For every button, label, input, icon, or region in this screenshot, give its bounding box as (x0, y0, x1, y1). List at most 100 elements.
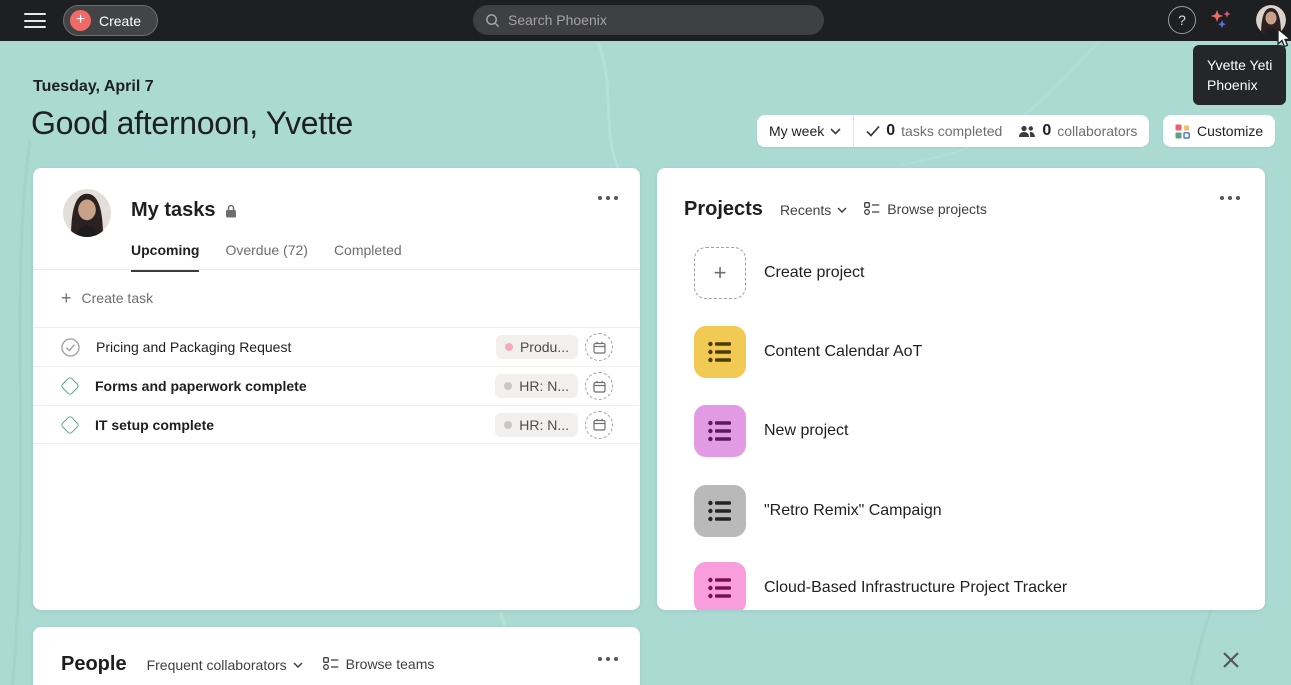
task-name[interactable]: Forms and paperwork complete (95, 378, 307, 394)
milestone-diamond-icon[interactable] (60, 415, 80, 435)
task-row[interactable]: IT setup complete HR: N... (33, 405, 640, 444)
tag-color-dot (504, 421, 512, 429)
top-bar: + Create Search Phoenix ? (0, 0, 1291, 41)
tag-label: HR: N... (519, 378, 569, 394)
browse-projects-button[interactable]: Browse projects (864, 201, 987, 217)
customize-button[interactable]: Customize (1163, 115, 1275, 147)
project-list-icon (694, 326, 746, 378)
mouse-cursor (1276, 28, 1291, 50)
collaborators-icon (1018, 125, 1036, 138)
tag-color-dot (505, 343, 513, 351)
plus-icon: + (61, 288, 72, 309)
project-name: Cloud-Based Infrastructure Project Track… (764, 579, 1067, 597)
week-selector-dropdown[interactable]: My week (757, 115, 853, 147)
task-row[interactable]: Pricing and Packaging Request Produ... (33, 327, 640, 366)
browse-teams-label: Browse teams (346, 656, 435, 672)
project-list-icon (694, 562, 746, 610)
my-tasks-title: My tasks (131, 199, 216, 222)
project-name: "Retro Remix" Campaign (764, 502, 942, 520)
search-placeholder: Search Phoenix (508, 12, 607, 28)
tasks-completed-count: 0 (886, 122, 895, 140)
project-list-item[interactable]: "Retro Remix" Campaign (694, 485, 942, 537)
task-row[interactable]: Forms and paperwork complete HR: N... (33, 366, 640, 405)
profile-tooltip: Yvette Yeti Phoenix (1193, 45, 1286, 105)
close-icon[interactable] (1220, 649, 1242, 671)
tab-completed[interactable]: Completed (334, 242, 402, 272)
chevron-down-icon (837, 207, 847, 213)
customize-grid-icon (1175, 124, 1190, 139)
project-name: Content Calendar AoT (764, 343, 922, 361)
calendar-icon (593, 341, 606, 354)
people-title: People (61, 653, 127, 676)
sidebar-toggle-icon[interactable] (24, 13, 46, 28)
projects-filter-dropdown[interactable]: Recents (780, 202, 847, 218)
create-project-button[interactable]: + Create project (694, 247, 865, 299)
project-tag[interactable]: HR: N... (495, 413, 578, 437)
tab-overdue[interactable]: Overdue (72) (225, 242, 307, 272)
search-input[interactable]: Search Phoenix (473, 5, 824, 35)
due-date-button[interactable] (585, 333, 613, 361)
tasks-completed-stat: 0 tasks completed (854, 115, 1014, 147)
project-tag[interactable]: Produ... (496, 335, 578, 359)
collaborators-count: 0 (1042, 122, 1051, 140)
my-tasks-menu-button[interactable] (594, 192, 622, 204)
task-check-icon[interactable] (61, 338, 80, 357)
my-tasks-avatar[interactable] (63, 189, 111, 237)
people-filter-label: Frequent collaborators (147, 657, 287, 673)
people-widget: People Frequent collaborators Browse tea… (33, 627, 640, 685)
tasks-completed-label: tasks completed (901, 123, 1002, 139)
due-date-button[interactable] (585, 372, 613, 400)
people-menu-button[interactable] (594, 653, 622, 665)
home-stats-bar: My week 0 tasks completed 0 collaborator… (757, 115, 1149, 147)
people-filter-dropdown[interactable]: Frequent collaborators (147, 657, 303, 673)
project-list-icon (694, 405, 746, 457)
task-name[interactable]: IT setup complete (95, 417, 214, 433)
project-list-item[interactable]: Content Calendar AoT (694, 326, 922, 378)
browse-projects-label: Browse projects (887, 201, 987, 217)
project-name: New project (764, 422, 848, 440)
projects-menu-button[interactable] (1216, 192, 1244, 204)
plus-circle-icon: + (70, 10, 91, 31)
project-list-item[interactable]: Cloud-Based Infrastructure Project Track… (694, 562, 1067, 610)
week-selector-label: My week (769, 123, 824, 139)
tag-color-dot (504, 382, 512, 390)
calendar-icon (593, 380, 606, 393)
my-tasks-tabs: Upcoming Overdue (72) Completed (131, 242, 402, 272)
create-task-label: Create task (82, 290, 154, 306)
tooltip-user-name: Yvette Yeti (1207, 55, 1272, 75)
projects-filter-label: Recents (780, 202, 831, 218)
divider (33, 269, 640, 270)
tab-upcoming[interactable]: Upcoming (131, 242, 199, 272)
task-name[interactable]: Pricing and Packaging Request (96, 339, 291, 355)
create-task-button[interactable]: + Create task (61, 280, 153, 316)
milestone-diamond-icon[interactable] (60, 376, 80, 396)
project-list-icon (694, 485, 746, 537)
chevron-down-icon (293, 662, 303, 668)
tooltip-org-name: Phoenix (1207, 75, 1272, 95)
collaborators-stat: 0 collaborators (1014, 115, 1149, 147)
due-date-button[interactable] (585, 411, 613, 439)
projects-widget: Projects Recents Browse projects + Creat… (657, 168, 1265, 610)
help-button[interactable]: ? (1168, 6, 1196, 34)
browse-list-icon (323, 657, 339, 670)
tag-label: Produ... (520, 339, 569, 355)
browse-teams-button[interactable]: Browse teams (323, 656, 435, 672)
customize-button-label: Customize (1197, 123, 1263, 139)
tag-label: HR: N... (519, 417, 569, 433)
projects-title: Projects (684, 198, 763, 221)
chevron-down-icon (830, 128, 841, 135)
search-icon (485, 13, 500, 28)
task-list: Pricing and Packaging Request Produ... F… (33, 327, 640, 444)
create-button-label: Create (99, 13, 141, 29)
date-heading: Tuesday, April 7 (33, 78, 154, 96)
browse-list-icon (864, 202, 880, 215)
ai-sparkle-icon[interactable] (1209, 8, 1233, 32)
calendar-icon (593, 418, 606, 431)
greeting-heading: Good afternoon, Yvette (31, 105, 353, 142)
create-button[interactable]: + Create (63, 5, 158, 36)
check-icon (866, 125, 880, 137)
project-list-item[interactable]: New project (694, 405, 848, 457)
create-project-label: Create project (764, 264, 865, 282)
collaborators-label: collaborators (1057, 123, 1137, 139)
project-tag[interactable]: HR: N... (495, 374, 578, 398)
